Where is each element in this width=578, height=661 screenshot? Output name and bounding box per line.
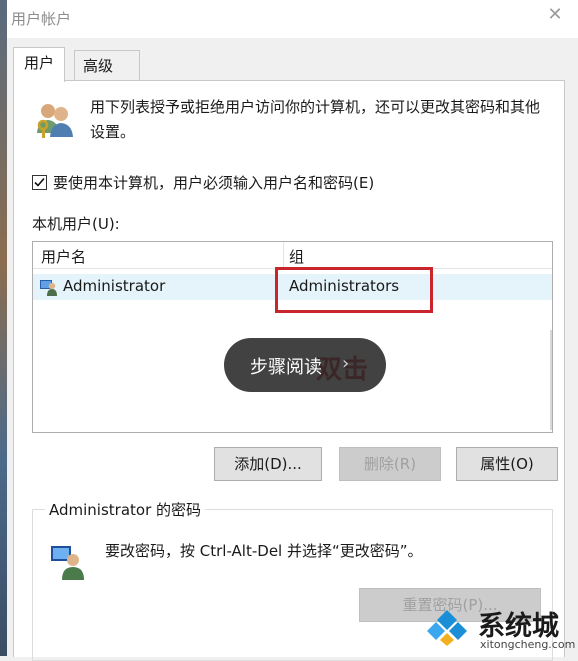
step-reading-pill[interactable]: 步骤阅读 › (224, 338, 386, 392)
annotation-highlight-box (275, 267, 433, 313)
change-password-instructions: 要改密码，按 Ctrl-Alt-Del 并选择“更改密码”。 (105, 542, 423, 560)
chevron-right-icon: › (342, 353, 350, 374)
require-login-row[interactable]: 要使用本计算机，用户必须输入用户名和密码(E) (32, 172, 374, 193)
password-group-title: Administrator 的密码 (45, 499, 206, 520)
title-bar: 用户帐户 ✕ (7, 0, 578, 38)
column-divider[interactable] (283, 242, 284, 268)
list-scroll-edge (550, 330, 552, 430)
user-row-icon (39, 278, 59, 296)
step-reading-label: 步骤阅读 (250, 357, 322, 378)
require-login-label: 要使用本计算机，用户必须输入用户名和密码(E) (53, 174, 375, 192)
remove-button[interactable]: 删除(R) (339, 447, 441, 481)
list-header: 用户名 组 (33, 242, 552, 269)
add-button[interactable]: 添加(D)... (214, 447, 322, 481)
intro-text: 用下列表授予或拒绝用户访问你的计算机，还可以更改其密码和其他设置。 (90, 98, 541, 141)
close-icon[interactable]: ✕ (542, 2, 568, 28)
user-accounts-dialog: 用户帐户 ✕ 用户 高级 用下列表授予或拒绝用户访问你的计算机，还可以更改其密码… (7, 0, 578, 661)
column-header-group[interactable]: 组 (289, 246, 304, 267)
tab-advanced-label: 高级 (83, 57, 114, 75)
local-users-label: 本机用户(U): (32, 215, 120, 233)
watermark-logo-icon (426, 608, 468, 646)
background-desktop-strip (0, 0, 7, 656)
watermark: 系统城 xitongcheng.com (418, 600, 578, 656)
cell-username: Administrator (63, 277, 166, 295)
properties-button[interactable]: 属性(O) (456, 447, 558, 481)
watermark-url: xitongcheng.com (480, 638, 576, 651)
tab-users[interactable]: 用户 (13, 47, 66, 82)
tab-advanced[interactable]: 高级 (74, 50, 140, 82)
column-header-username[interactable]: 用户名 (41, 246, 86, 267)
tab-users-label: 用户 (24, 54, 55, 72)
checkmark-icon (34, 177, 45, 187)
window-title: 用户帐户 (11, 10, 72, 28)
users-icon (34, 99, 76, 141)
password-user-icon (49, 544, 87, 580)
local-users-list[interactable]: 用户名 组 Administrator Administrators (32, 241, 553, 433)
users-tab-panel: 用下列表授予或拒绝用户访问你的计算机，还可以更改其密码和其他设置。 要使用本计算… (13, 80, 565, 661)
require-login-checkbox[interactable] (32, 175, 47, 190)
